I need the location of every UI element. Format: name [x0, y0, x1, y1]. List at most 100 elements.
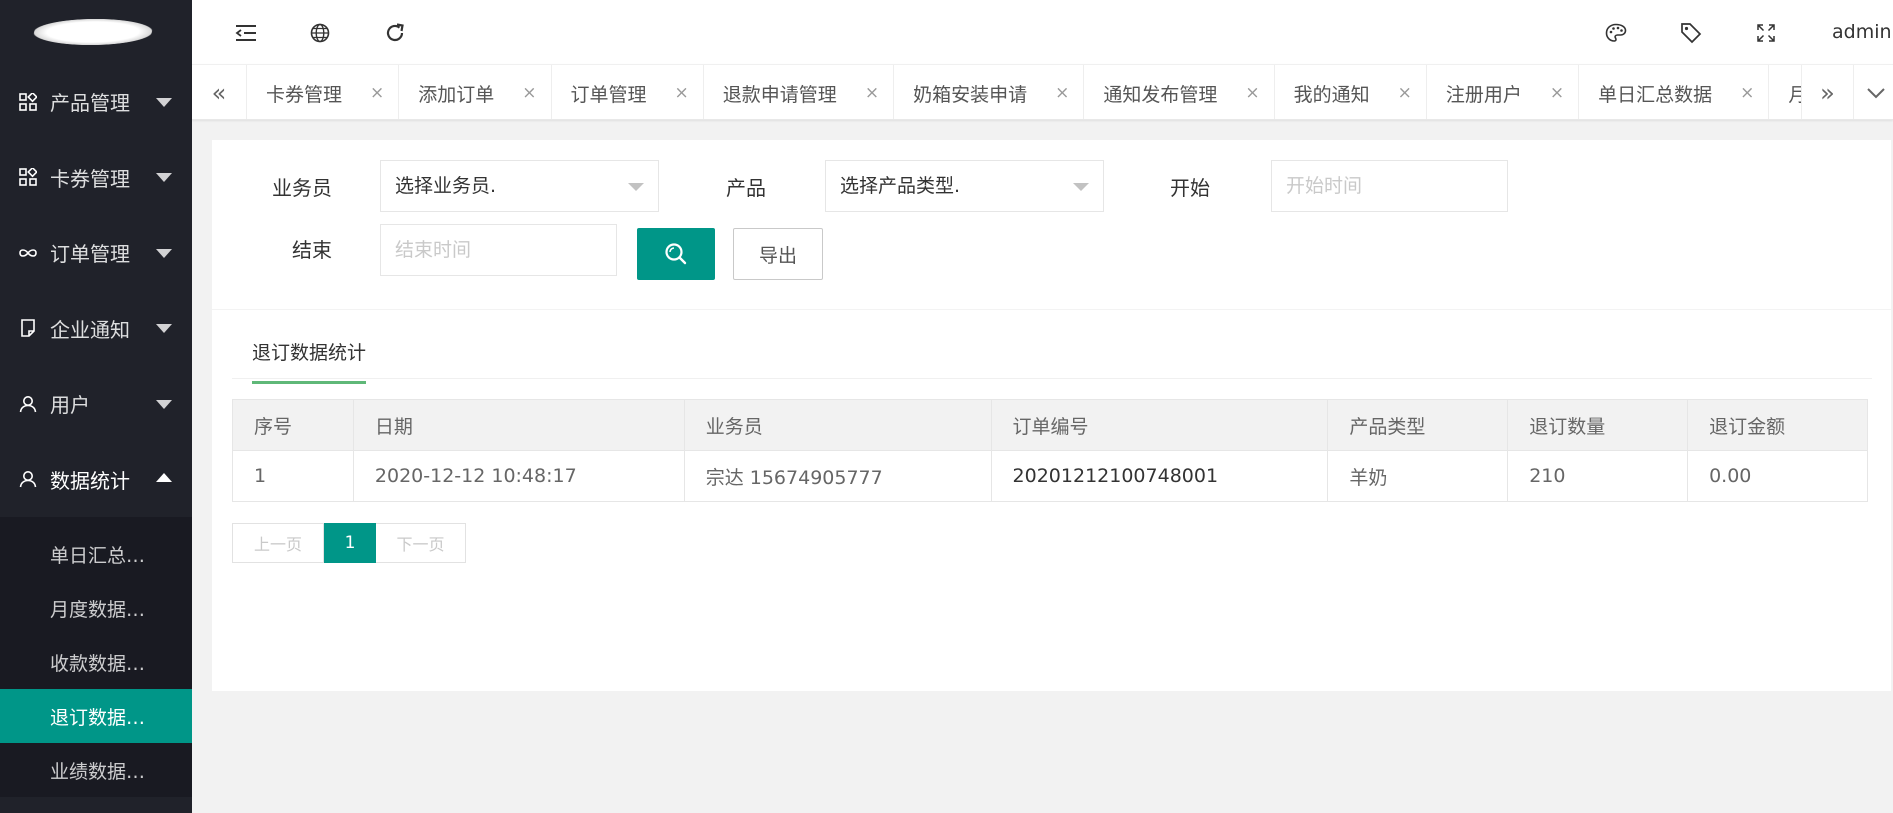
column-header: 产品类型 — [1327, 399, 1509, 451]
palette-icon[interactable] — [1603, 20, 1629, 46]
column-header: 退订数量 — [1507, 399, 1689, 451]
logo[interactable] — [0, 0, 192, 64]
current-page-button[interactable]: 1 — [324, 523, 376, 563]
close-icon[interactable]: × — [1245, 83, 1259, 103]
close-icon[interactable]: × — [1550, 83, 1564, 103]
close-icon[interactable]: × — [1055, 83, 1069, 103]
chevron-down-icon — [156, 97, 172, 107]
grid-icon — [18, 167, 38, 187]
close-icon[interactable]: × — [865, 83, 879, 103]
end-time-input[interactable] — [395, 226, 616, 274]
user-menu[interactable]: admin — [1832, 0, 1893, 64]
close-icon[interactable]: × — [675, 83, 689, 103]
chevron-down-icon — [156, 399, 172, 409]
start-label: 开始 — [1170, 176, 1210, 200]
close-icon[interactable]: × — [522, 83, 536, 103]
product-type-select[interactable]: 选择产品类型. — [825, 160, 1104, 212]
search-button[interactable] — [637, 228, 715, 280]
sidebar-item-label: 企业通知 — [50, 317, 130, 342]
user-icon — [18, 469, 38, 489]
export-button[interactable]: 导出 — [733, 228, 823, 280]
chevron-down-icon — [156, 248, 172, 258]
sidebar-item-products[interactable]: 产品管理 — [0, 64, 192, 140]
start-time-field[interactable] — [1271, 160, 1508, 212]
user-icon — [18, 394, 38, 414]
column-header: 序号 — [232, 399, 354, 451]
sidebar-item-orders[interactable]: 订单管理 — [0, 215, 192, 291]
sidebar-item-statistics[interactable]: 数据统计 — [0, 442, 192, 518]
sidebar-item-users[interactable]: 用户 — [0, 366, 192, 442]
data-table: 序号 日期 业务员 订单编号 产品类型 退订数量 退订金额 1 2020-12-… — [232, 399, 1868, 502]
table-cell: 210 — [1507, 450, 1689, 502]
divider — [232, 378, 1872, 379]
sidebar-item-label: 产品管理 — [50, 91, 130, 116]
sidebar-item-label: 数据统计 — [50, 468, 130, 493]
tab-my-notices[interactable]: 我的通知 × — [1275, 65, 1427, 119]
prev-page-button[interactable]: 上一页 — [232, 523, 324, 563]
tab-coupon-management[interactable]: 卡券管理 × — [247, 65, 400, 119]
sidebar-item-notices[interactable]: 企业通知 — [0, 291, 192, 367]
start-time-input[interactable] — [1286, 162, 1507, 210]
tag-icon[interactable] — [1678, 20, 1704, 46]
close-icon[interactable]: × — [370, 83, 384, 103]
tab-registered-users[interactable]: 注册用户 × — [1427, 65, 1580, 119]
sidebar-item-label: 卡券管理 — [50, 166, 130, 191]
filter-form: 业务员 选择业务员. 产品 选择产品类型. 开始 结束 导出 — [212, 140, 1891, 310]
infinity-icon — [18, 243, 38, 263]
close-icon[interactable]: × — [1740, 83, 1754, 103]
tab-refund-requests[interactable]: 退款申请管理 × — [704, 65, 895, 119]
username: admin — [1832, 21, 1892, 43]
table-cell: 羊奶 — [1327, 450, 1509, 502]
pagination: 上一页 1 下一页 — [232, 523, 466, 563]
tabs-scroll-right-button[interactable]: » — [1801, 65, 1853, 119]
tab-order-management[interactable]: 订单管理 × — [552, 65, 704, 119]
tab-milkbox-install[interactable]: 奶箱安装申请 × — [894, 65, 1085, 119]
tabs-scroll-left-button[interactable]: « — [192, 65, 247, 119]
chevron-down-icon — [1867, 88, 1885, 99]
table-cell: 20201212100748001 — [990, 450, 1329, 502]
next-page-button[interactable]: 下一页 — [376, 523, 466, 563]
submenu-item-monthly-data[interactable]: 月度数据… — [0, 581, 192, 635]
table-cell: 1 — [232, 450, 354, 502]
tab-daily-summary[interactable]: 单日汇总数据 × — [1579, 65, 1770, 119]
double-chevron-right-icon: » — [1820, 79, 1835, 107]
end-label: 结束 — [292, 238, 332, 262]
fullscreen-icon[interactable] — [1753, 20, 1779, 46]
table-header-row: 序号 日期 业务员 订单编号 产品类型 退订数量 退订金额 — [232, 399, 1868, 451]
grid-icon — [18, 92, 38, 112]
close-icon[interactable]: × — [1398, 83, 1412, 103]
submenu-item-daily-summary[interactable]: 单日汇总… — [0, 527, 192, 581]
table-row: 1 2020-12-12 10:48:17 宗达 15674905777 202… — [232, 450, 1868, 502]
sidebar-item-label: 订单管理 — [50, 242, 130, 267]
salesman-select[interactable]: 选择业务员. — [380, 160, 659, 212]
tab-monthly-data[interactable]: 月度数据× — [1769, 65, 1801, 119]
globe-icon[interactable] — [307, 20, 333, 46]
end-time-field[interactable] — [380, 224, 617, 276]
product-label: 产品 — [726, 176, 766, 200]
table-cell: 0.00 — [1687, 450, 1868, 502]
content-card: 业务员 选择业务员. 产品 选择产品类型. 开始 结束 导出 退订数据统计 序号… — [212, 140, 1891, 691]
chevron-down-icon — [156, 324, 172, 334]
sidebar-item-coupons[interactable]: 卡券管理 — [0, 140, 192, 216]
refresh-icon[interactable] — [382, 20, 408, 46]
chevron-down-icon — [1073, 183, 1089, 191]
column-header: 退订金额 — [1687, 399, 1868, 451]
chevron-up-icon — [156, 473, 172, 483]
top-header: admin — [192, 0, 1893, 64]
tab-strip: 卡券管理 × 添加订单 × 订单管理 × 退款申请管理 × 奶箱安装申请 × 通知发布管理… — [247, 65, 1801, 119]
submenu-item-performance-data[interactable]: 业绩数据… — [0, 743, 192, 797]
redacted-logo — [31, 19, 155, 45]
tabs-menu-button[interactable] — [1853, 65, 1893, 119]
double-chevron-left-icon: « — [211, 79, 227, 107]
table-cell: 宗达 15674905777 — [683, 450, 992, 502]
column-header: 订单编号 — [990, 399, 1329, 451]
page-tabs: « 卡券管理 × 添加订单 × 订单管理 × 退款申请管理 × 奶箱安装申请 × 通知发布… — [192, 64, 1893, 120]
column-header: 业务员 — [683, 399, 992, 451]
submenu-item-unsubscribe-data[interactable]: 退订数据… — [0, 689, 192, 743]
column-header: 日期 — [352, 399, 685, 451]
submenu-item-payment-data[interactable]: 收款数据… — [0, 635, 192, 689]
salesman-label: 业务员 — [272, 176, 332, 200]
collapse-menu-icon[interactable] — [233, 20, 259, 46]
tab-add-order[interactable]: 添加订单 × — [399, 65, 552, 119]
tab-notice-publish[interactable]: 通知发布管理 × — [1084, 65, 1275, 119]
